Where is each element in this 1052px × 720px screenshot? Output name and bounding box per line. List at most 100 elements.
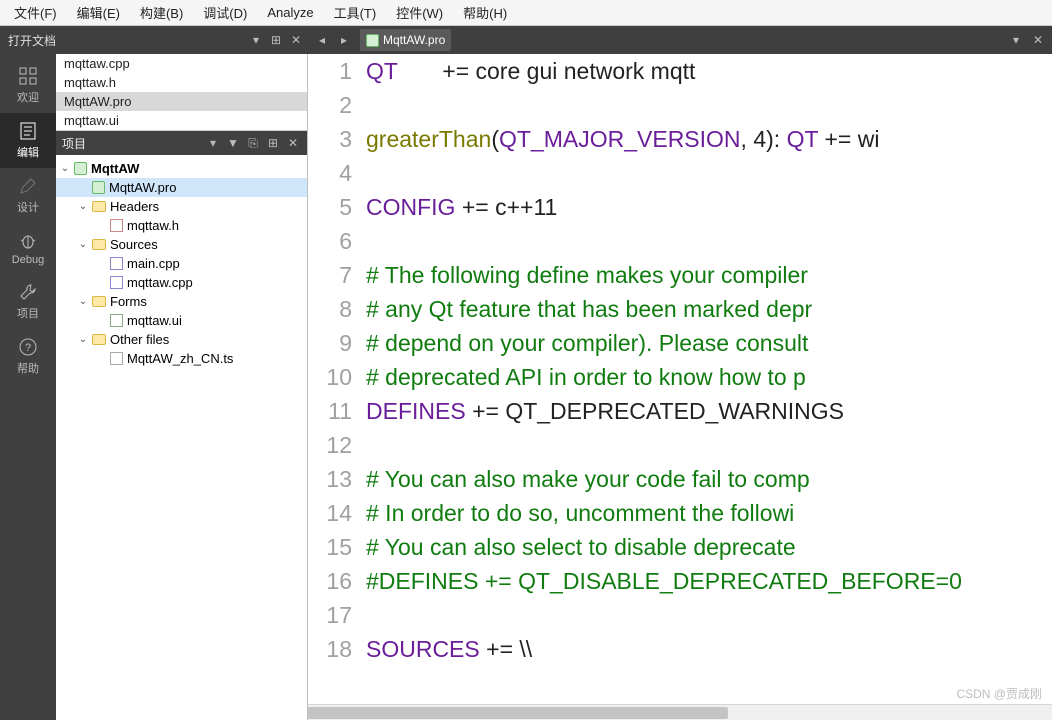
tree-row[interactable]: ⌄ Sources: [56, 235, 307, 254]
line-number: 8: [308, 292, 366, 326]
line-source[interactable]: [366, 598, 372, 632]
line-source[interactable]: greaterThan(QT_MAJOR_VERSION, 4): QT += …: [366, 122, 879, 156]
tree-row[interactable]: mqttaw.h: [56, 216, 307, 235]
filter-icon[interactable]: ▼: [225, 135, 241, 151]
code-line[interactable]: 7# The following define makes your compi…: [308, 258, 1052, 292]
line-number: 16: [308, 564, 366, 598]
tree-twist-icon[interactable]: ⌄: [60, 163, 70, 174]
code-line[interactable]: 6: [308, 224, 1052, 258]
line-source[interactable]: # deprecated API in order to know how to…: [366, 360, 806, 394]
line-source[interactable]: # any Qt feature that has been marked de…: [366, 292, 812, 326]
tree-label: mqttaw.ui: [127, 313, 182, 328]
code-line[interactable]: 3greaterThan(QT_MAJOR_VERSION, 4): QT +=…: [308, 122, 1052, 156]
split-icon[interactable]: ⊞: [265, 135, 281, 151]
menu-build[interactable]: 构建(B): [132, 1, 191, 24]
link-icon[interactable]: ⎘: [245, 135, 261, 151]
editor-tab[interactable]: MqttAW.pro: [360, 29, 451, 51]
menu-file[interactable]: 文件(F): [6, 1, 65, 24]
code-line[interactable]: 18SOURCES += \\: [308, 632, 1052, 666]
question-icon: ?: [18, 337, 38, 357]
code-line[interactable]: 11DEFINES += QT_DEPRECATED_WARNINGS: [308, 394, 1052, 428]
tree-row[interactable]: main.cpp: [56, 254, 307, 273]
tree-row[interactable]: MqttAW_zh_CN.ts: [56, 349, 307, 368]
tree-twist-icon[interactable]: ⌄: [78, 334, 88, 345]
line-source[interactable]: SOURCES += \\: [366, 632, 532, 666]
cpp-icon: [110, 257, 123, 270]
tree-row[interactable]: ⌄Headers: [56, 197, 307, 216]
project-tree[interactable]: ⌄MqttAWMqttAW.pro⌄Headersmqttaw.h ⌄ Source…: [56, 155, 307, 720]
tree-row[interactable]: mqttaw.ui: [56, 311, 307, 330]
menu-analyze[interactable]: Analyze: [259, 3, 321, 22]
nav-back-icon[interactable]: ◂: [312, 30, 332, 50]
split-icon[interactable]: ⊞: [268, 32, 284, 48]
horizontal-scrollbar[interactable]: [308, 704, 1052, 720]
open-doc-item[interactable]: mqttaw.ui: [56, 111, 307, 130]
menu-debug[interactable]: 调试(D): [195, 1, 255, 24]
line-number: 12: [308, 428, 366, 462]
mode-debug[interactable]: Debug: [0, 223, 56, 274]
line-source[interactable]: [366, 156, 372, 190]
line-source[interactable]: [366, 88, 372, 122]
mode-debug-label: Debug: [12, 254, 44, 266]
code-line[interactable]: 9# depend on your compiler). Please cons…: [308, 326, 1052, 360]
mode-design[interactable]: 设计: [0, 168, 56, 223]
line-source[interactable]: # You can also select to disable depreca…: [366, 530, 796, 564]
tree-row[interactable]: mqttaw.cpp: [56, 273, 307, 292]
line-source[interactable]: #DEFINES += QT_DISABLE_DEPRECATED_BEFORE…: [366, 564, 962, 598]
tree-twist-icon[interactable]: ⌄: [78, 296, 88, 307]
line-source[interactable]: CONFIG += c++11: [366, 190, 557, 224]
side-panel: mqttaw.cppmqttaw.hMqttAW.promqttaw.ui 项目…: [56, 54, 308, 720]
open-doc-item[interactable]: mqttaw.h: [56, 73, 307, 92]
line-source[interactable]: DEFINES += QT_DEPRECATED_WARNINGS: [366, 394, 844, 428]
line-source[interactable]: [366, 224, 372, 258]
code-line[interactable]: 14# In order to do so, uncomment the fol…: [308, 496, 1052, 530]
mode-edit[interactable]: 编辑: [0, 113, 56, 168]
tree-twist-icon[interactable]: ⌄: [78, 201, 88, 212]
pro-icon: [92, 181, 105, 194]
mode-welcome[interactable]: 欢迎: [0, 58, 56, 113]
code-line[interactable]: 10# deprecated API in order to know how …: [308, 360, 1052, 394]
line-source[interactable]: # You can also make your code fail to co…: [366, 462, 810, 496]
chevron-down-icon[interactable]: ▾: [248, 32, 264, 48]
menu-help[interactable]: 帮助(H): [455, 1, 515, 24]
menu-widgets[interactable]: 控件(W): [388, 1, 451, 24]
tree-row[interactable]: ⌄Other files: [56, 330, 307, 349]
line-number: 1: [308, 54, 366, 88]
tree-row[interactable]: ⌄MqttAW: [56, 159, 307, 178]
close-panel-icon[interactable]: ✕: [285, 135, 301, 151]
close-panel-icon[interactable]: ✕: [288, 32, 304, 48]
tree-twist-icon[interactable]: ⌄: [78, 239, 88, 250]
tree-row[interactable]: MqttAW.pro: [56, 178, 307, 197]
code-line[interactable]: 16#DEFINES += QT_DISABLE_DEPRECATED_BEFO…: [308, 564, 1052, 598]
mode-project[interactable]: 项目: [0, 274, 56, 329]
tree-row[interactable]: ⌄Forms: [56, 292, 307, 311]
line-source[interactable]: QT += core gui network mqtt: [366, 54, 695, 88]
chevron-down-icon[interactable]: ▾: [205, 135, 221, 151]
open-doc-item[interactable]: MqttAW.pro: [56, 92, 307, 111]
scrollbar-thumb[interactable]: [308, 707, 728, 719]
mode-help[interactable]: ? 帮助: [0, 329, 56, 384]
menu-tools[interactable]: 工具(T): [326, 1, 385, 24]
code-editor[interactable]: 1QT += core gui network mqtt2 3greaterTh…: [308, 54, 1052, 720]
line-source[interactable]: [366, 428, 372, 462]
code-line[interactable]: 13# You can also make your code fail to …: [308, 462, 1052, 496]
line-source[interactable]: # depend on your compiler). Please consu…: [366, 326, 808, 360]
nav-fwd-icon[interactable]: ▸: [334, 30, 354, 50]
tree-label: Sources: [110, 237, 158, 252]
code-line[interactable]: 1QT += core gui network mqtt: [308, 54, 1052, 88]
toolbar: 打开文档 ▾ ⊞ ✕ ◂ ▸ MqttAW.pro ▾ ✕: [0, 26, 1052, 54]
folder-icon: [92, 334, 106, 345]
tab-close-icon[interactable]: ✕: [1028, 30, 1048, 50]
tab-dropdown-icon[interactable]: ▾: [1006, 30, 1026, 50]
code-line[interactable]: 4: [308, 156, 1052, 190]
menu-edit[interactable]: 编辑(E): [69, 1, 128, 24]
code-line[interactable]: 15# You can also select to disable depre…: [308, 530, 1052, 564]
code-line[interactable]: 8# any Qt feature that has been marked d…: [308, 292, 1052, 326]
line-source[interactable]: # The following define makes your compil…: [366, 258, 808, 292]
code-line[interactable]: 2: [308, 88, 1052, 122]
code-line[interactable]: 17: [308, 598, 1052, 632]
code-line[interactable]: 12: [308, 428, 1052, 462]
code-line[interactable]: 5CONFIG += c++11: [308, 190, 1052, 224]
open-doc-item[interactable]: mqttaw.cpp: [56, 54, 307, 73]
line-source[interactable]: # In order to do so, uncomment the follo…: [366, 496, 794, 530]
